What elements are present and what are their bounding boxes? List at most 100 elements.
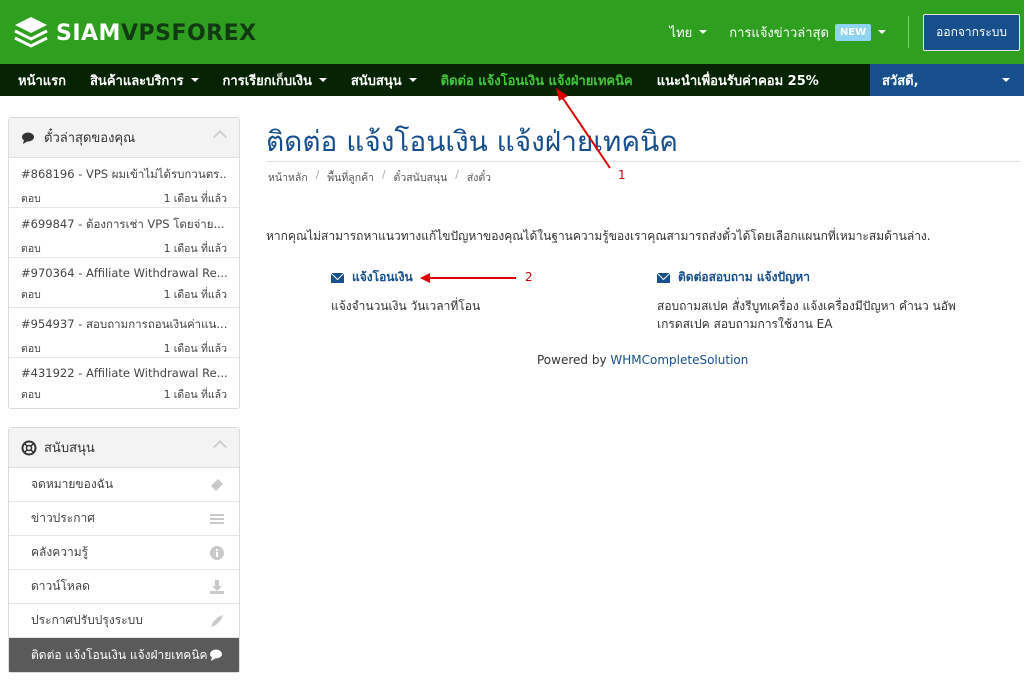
rocket-icon <box>211 615 223 627</box>
caret-down-icon <box>318 78 327 82</box>
nav-affiliate[interactable]: แนะนำเพื่อนรับค่าคอม 25% <box>645 64 831 96</box>
sidebar-item-label: ติดต่อ แจ้งโอนเงิน แจ้งฝ่ายเทคนิค <box>31 647 208 662</box>
support-header[interactable]: สนับสนุน <box>9 428 239 468</box>
main-navbar: หน้าแรก สินค้าและบริการ การเรียกเก็บเงิน… <box>0 64 1024 96</box>
ticket-status: ตอบ <box>21 343 41 355</box>
nav-contact[interactable]: ติดต่อ แจ้งโอนเงิน แจ้งฝ่ายเทคนิค <box>429 64 645 96</box>
ticket-time: 1 เดือน ที่แล้ว <box>163 243 227 255</box>
sidebar-item-contact[interactable]: ติดต่อ แจ้งโอนเงิน แจ้งฝ่ายเทคนิค <box>9 638 239 672</box>
department-name: แจ้งโอนเงิน <box>352 270 413 284</box>
breadcrumb-support-tickets[interactable]: ตั๋วสนับสนุน <box>394 169 448 186</box>
sidebar-item-knowledgebase[interactable]: คลังความรู้ <box>9 536 239 570</box>
caret-down-icon <box>408 78 417 82</box>
ticket-time: 1 เดือน ที่แล้ว <box>163 389 227 401</box>
header-divider <box>908 16 910 48</box>
envelope-icon <box>657 272 670 283</box>
chevron-up-icon[interactable] <box>212 439 228 455</box>
support-panel: สนับสนุน จดหมายของฉัน ข่าวประกาศ คลังควา… <box>8 427 240 673</box>
recent-tickets-panel: ตั๋วล่าสุดของคุณ #868196 - VPS ผมเข้าไม่… <box>8 117 240 409</box>
breadcrumb-separator: / <box>455 169 459 181</box>
nav-support[interactable]: สนับสนุน <box>339 64 429 96</box>
department-name: ติดต่อสอบถาม แจ้งปัญหา <box>678 270 810 284</box>
header-right: ไทย การแจ้งข่าวล่าสุด NEW ออกจากระบบ <box>670 0 1024 64</box>
sidebar-item-label: ข่าวประกาศ <box>31 511 95 525</box>
ticket-title: #868196 - VPS ผมเข้าไม่ได้รบกวนตร... <box>21 167 227 181</box>
news-label: การแจ้งข่าวล่าสุด <box>729 25 829 41</box>
nav-billing[interactable]: การเรียกเก็บเงิน <box>211 64 339 96</box>
logo-icon <box>14 17 48 48</box>
breadcrumb-separator: / <box>382 169 386 181</box>
powered-by-link[interactable]: WHMCompleteSolution <box>610 353 748 367</box>
ticket-title: #954937 - สอบถามการถอนเงินค่าแน... <box>21 317 227 331</box>
ticket-status: ตอบ <box>21 193 41 205</box>
sidebar-item-network-status[interactable]: ประกาศปรับปรุงระบบ <box>9 604 239 638</box>
nav-home[interactable]: หน้าแรก <box>0 64 78 96</box>
ticket-icon <box>211 479 223 491</box>
logo-text-dark: VPSFOREX <box>120 20 257 46</box>
nav-services-label: สินค้าและบริการ <box>90 73 184 89</box>
chevron-up-icon[interactable] <box>212 129 228 145</box>
download-icon <box>210 580 224 594</box>
intro-text: หากคุณไม่สามารถหาแนวทางแก้ไขปัญหาของคุณไ… <box>266 229 931 243</box>
ticket-title: #970364 - Affiliate Withdrawal Re... <box>21 266 227 280</box>
sidebar-item-announcements[interactable]: ข่าวประกาศ <box>9 502 239 536</box>
sidebar-item-my-tickets[interactable]: จดหมายของฉัน <box>9 468 239 502</box>
ticket-item[interactable]: #970364 - Affiliate Withdrawal Re... ตอบ… <box>9 258 239 308</box>
user-menu[interactable]: สวัสดี, <box>870 64 1024 96</box>
logo-text: SIAMVPSFOREX <box>56 21 257 46</box>
site-logo[interactable]: SIAMVPSFOREX <box>12 14 257 52</box>
breadcrumb: หน้าหลัก / พื้นที่ลูกค้า / ตั๋วสนับสนุน / ส… <box>268 169 491 186</box>
powered-by-text: Powered by <box>537 353 607 367</box>
ticket-title: #431922 - Affiliate Withdrawal Re... <box>21 366 227 380</box>
department-link[interactable]: ติดต่อสอบถาม แจ้งปัญหา <box>657 268 957 287</box>
info-icon <box>210 546 224 560</box>
breadcrumb-home[interactable]: หน้าหลัก <box>268 169 308 186</box>
ticket-time: 1 เดือน ที่แล้ว <box>163 343 227 355</box>
nav-contact-label: ติดต่อ แจ้งโอนเงิน แจ้งฝ่ายเทคนิค <box>440 73 633 89</box>
nav-billing-label: การเรียกเก็บเงิน <box>222 73 312 89</box>
ticket-item[interactable]: #431922 - Affiliate Withdrawal Re... ตอบ… <box>9 358 239 408</box>
recent-tickets-header[interactable]: ตั๋วล่าสุดของคุณ <box>9 118 239 158</box>
caret-down-icon <box>190 78 199 82</box>
sidebar-item-label: คลังความรู้ <box>31 545 89 559</box>
caret-down-icon <box>699 30 708 34</box>
language-label: ไทย <box>669 25 693 41</box>
logo-text-white: SIAM <box>56 20 121 46</box>
news-dropdown[interactable]: การแจ้งข่าวล่าสุด NEW <box>729 22 887 43</box>
ticket-status: ตอบ <box>21 289 41 301</box>
support-title: สนับสนุน <box>44 441 95 456</box>
ticket-item[interactable]: #954937 - สอบถามการถอนเงินค่าแน... ตอบ 1 … <box>9 308 239 358</box>
sidebar-item-label: ดาวน์โหลด <box>31 579 90 593</box>
page-title: ติดต่อ แจ้งโอนเงิน แจ้งฝ่ายเทคนิค <box>266 125 678 158</box>
annotation-marker-2: 2 <box>525 270 533 284</box>
department-description: สอบถามสเปค สั่งรีบูทเครื่อง แจ้งเครื่องม… <box>657 299 956 331</box>
ticket-item[interactable]: #868196 - VPS ผมเข้าไม่ได้รบกวนตร... ตอบ… <box>9 158 239 208</box>
caret-down-icon <box>1002 78 1010 82</box>
ticket-status: ตอบ <box>21 389 41 401</box>
nav-support-label: สนับสนุน <box>350 73 402 89</box>
ticket-status: ตอบ <box>21 243 41 255</box>
department-payment: แจ้งโอนเงิน แจ้งจำนวนเงิน วันเวลาที่โอน <box>331 268 631 315</box>
user-greeting: สวัสดี, <box>882 73 919 89</box>
department-description: แจ้งจำนวนเงิน วันเวลาที่โอน <box>331 299 481 313</box>
ticket-time: 1 เดือน ที่แล้ว <box>163 289 227 301</box>
ticket-title: #699847 - ต้องการเช่า VPS โดยจ่าย... <box>21 217 225 231</box>
life-ring-icon <box>21 440 37 455</box>
ticket-item[interactable]: #699847 - ต้องการเช่า VPS โดยจ่าย... ตอบ… <box>9 208 239 258</box>
breadcrumb-client-area[interactable]: พื้นที่ลูกค้า <box>327 169 374 186</box>
department-link[interactable]: แจ้งโอนเงิน <box>331 268 631 287</box>
comments-icon <box>22 132 34 144</box>
annotation-marker-1: 1 <box>618 168 626 182</box>
logout-button[interactable]: ออกจากระบบ <box>923 13 1020 51</box>
nav-home-label: หน้าแรก <box>18 73 66 89</box>
comments-icon <box>210 649 222 661</box>
sidebar-item-label: จดหมายของฉัน <box>31 477 114 491</box>
ticket-time: 1 เดือน ที่แล้ว <box>163 193 227 205</box>
sidebar-item-downloads[interactable]: ดาวน์โหลด <box>9 570 239 604</box>
language-dropdown[interactable]: ไทย <box>670 22 708 43</box>
nav-affiliate-label: แนะนำเพื่อนรับค่าคอม 25% <box>656 73 819 89</box>
breadcrumb-separator: / <box>315 169 320 181</box>
nav-services[interactable]: สินค้าและบริการ <box>78 64 211 96</box>
powered-by: Powered by WHMCompleteSolution <box>537 353 748 367</box>
envelope-icon <box>331 272 344 283</box>
